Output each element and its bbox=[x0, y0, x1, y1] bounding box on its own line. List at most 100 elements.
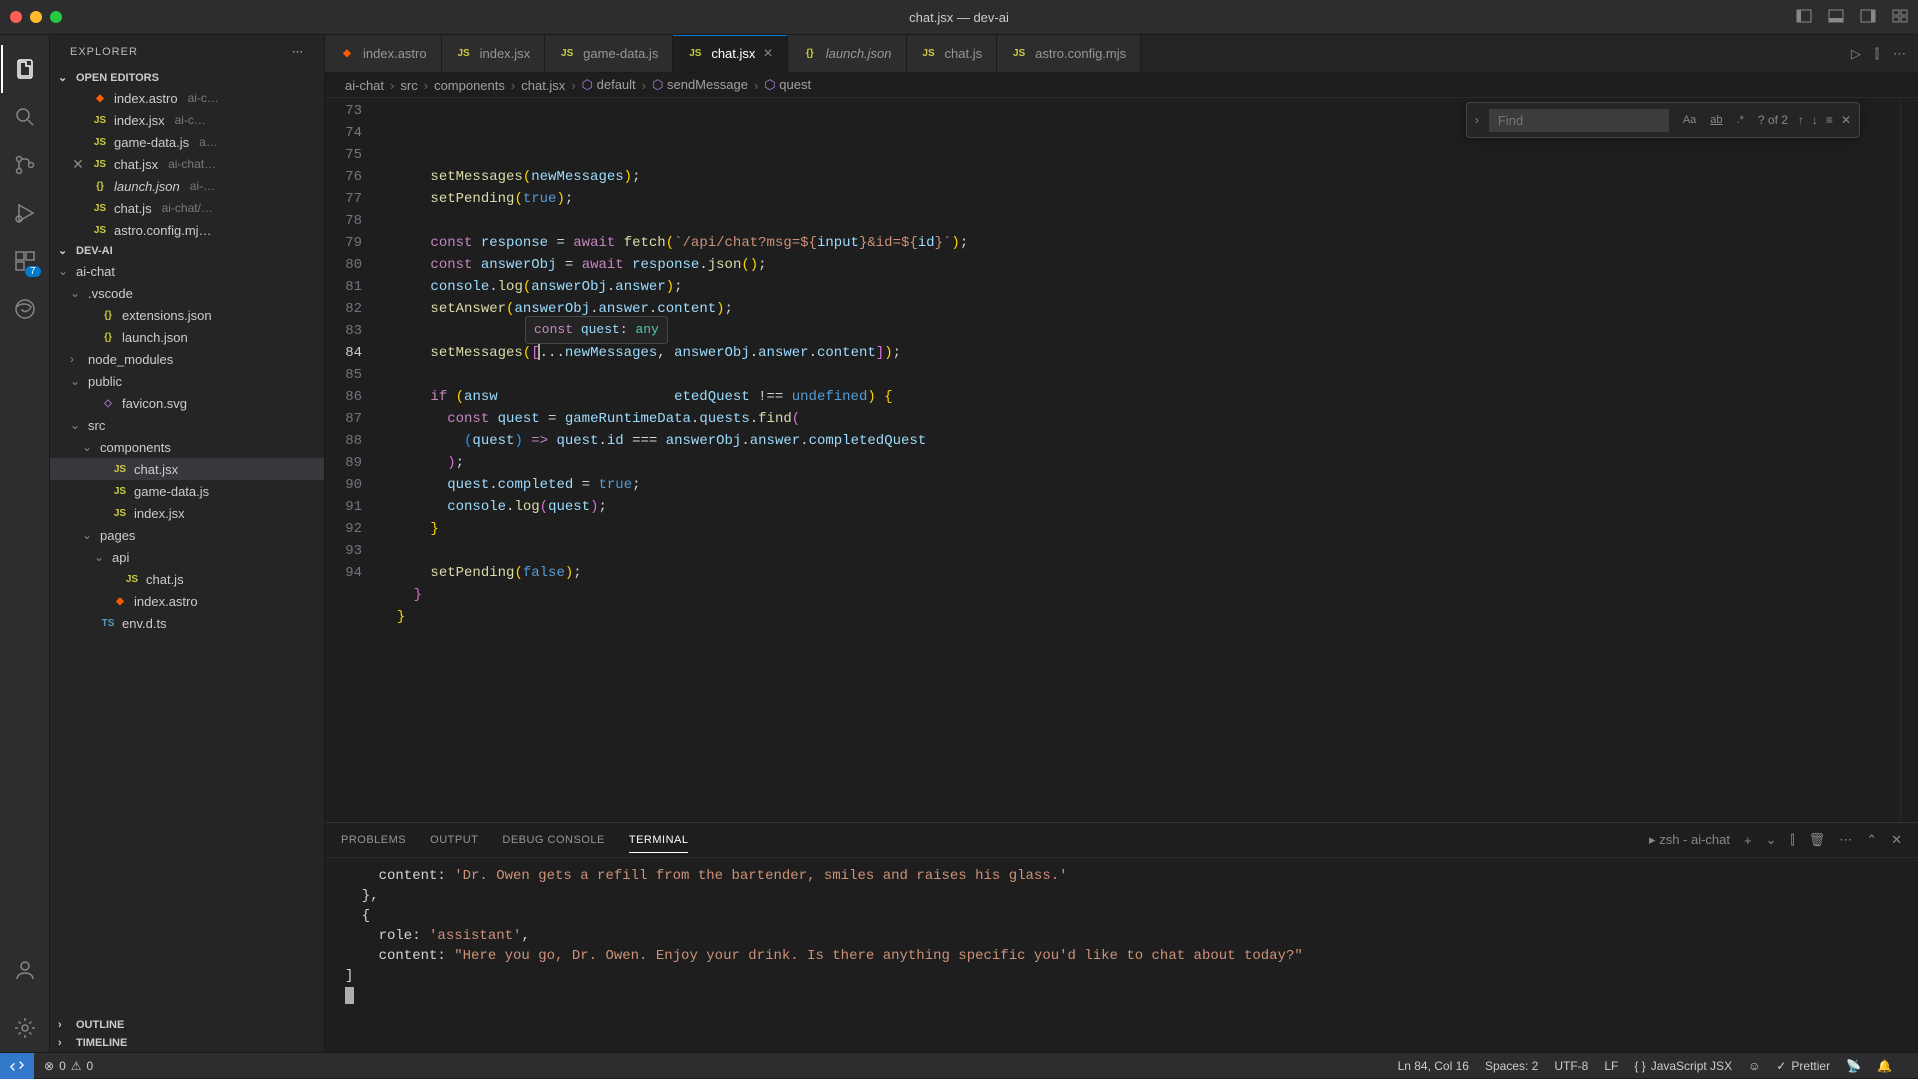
find-input[interactable] bbox=[1489, 109, 1669, 132]
run-debug-activity[interactable] bbox=[1, 189, 49, 237]
close-icon[interactable]: ✕ bbox=[70, 156, 86, 173]
tree-file[interactable]: ◇favicon.svg bbox=[50, 392, 324, 414]
panel-tab[interactable]: PROBLEMS bbox=[341, 834, 406, 846]
tree-file[interactable]: JSindex.jsx bbox=[50, 502, 324, 524]
tree-file[interactable]: JSchat.js bbox=[50, 568, 324, 590]
find-filter-icon[interactable]: ≡ bbox=[1826, 109, 1833, 131]
editor-tab[interactable]: JS index.jsx bbox=[442, 35, 546, 72]
tree-file[interactable]: {}extensions.json bbox=[50, 304, 324, 326]
editor-tab[interactable]: JS chat.jsx × bbox=[673, 35, 787, 72]
feedback-icon[interactable]: ☺ bbox=[1748, 1059, 1760, 1073]
expand-find-icon[interactable]: › bbox=[1475, 109, 1479, 131]
breadcrumb-item[interactable]: ai-chat bbox=[345, 78, 384, 93]
find-close-icon[interactable]: ✕ bbox=[1841, 109, 1851, 131]
close-panel-icon[interactable]: ✕ bbox=[1891, 832, 1902, 848]
toggle-panel-icon[interactable] bbox=[1828, 8, 1844, 27]
encoding-status[interactable]: UTF-8 bbox=[1554, 1059, 1588, 1073]
tree-file[interactable]: {}launch.json bbox=[50, 326, 324, 348]
more-terminal-icon[interactable]: ⋯ bbox=[1839, 832, 1852, 848]
tree-file[interactable]: TSenv.d.ts bbox=[50, 612, 324, 634]
open-editor-item[interactable]: ◆ index.astro ai-c… bbox=[50, 87, 324, 109]
split-terminal-icon[interactable]: ⫿ bbox=[1791, 832, 1795, 848]
panel-tab[interactable]: DEBUG CONSOLE bbox=[502, 834, 604, 846]
settings-activity[interactable] bbox=[1, 1004, 49, 1052]
find-prev-icon[interactable]: ↑ bbox=[1798, 109, 1804, 131]
regex-icon[interactable]: .* bbox=[1733, 107, 1748, 133]
remote-indicator[interactable] bbox=[0, 1053, 34, 1079]
notifications-icon[interactable]: 🔔 bbox=[1877, 1059, 1892, 1073]
new-terminal-icon[interactable]: + bbox=[1744, 833, 1752, 848]
panel-tab[interactable]: TERMINAL bbox=[629, 834, 689, 853]
minimize-window-button[interactable] bbox=[30, 11, 42, 23]
prettier-status[interactable]: ✓Prettier bbox=[1776, 1059, 1830, 1073]
breadcrumb-item[interactable]: ⬡ quest bbox=[764, 77, 811, 93]
cursor-position[interactable]: Ln 84, Col 16 bbox=[1398, 1059, 1469, 1073]
tree-folder[interactable]: ⌄public bbox=[50, 370, 324, 392]
timeline-header[interactable]: › TIMELINE bbox=[50, 1034, 324, 1052]
customize-layout-icon[interactable] bbox=[1892, 8, 1908, 27]
open-editors-header[interactable]: ⌄ OPEN EDITORS bbox=[50, 68, 324, 87]
editor-tab[interactable]: JS game-data.js bbox=[545, 35, 673, 72]
close-tab-icon[interactable]: × bbox=[763, 45, 772, 63]
open-editor-item[interactable]: {} launch.json ai-… bbox=[50, 175, 324, 197]
search-activity[interactable] bbox=[1, 93, 49, 141]
language-status[interactable]: { }JavaScript JSX bbox=[1634, 1059, 1732, 1073]
match-word-icon[interactable]: ab bbox=[1706, 107, 1726, 133]
more-tabs-icon[interactable]: ⋯ bbox=[1893, 46, 1906, 62]
kill-terminal-icon[interactable]: 🗑 bbox=[1809, 832, 1826, 848]
editor-tab[interactable]: {} launch.json bbox=[788, 35, 907, 72]
tree-file[interactable]: JSgame-data.js bbox=[50, 480, 324, 502]
errors-status[interactable]: ⊗0 ⚠0 bbox=[44, 1059, 93, 1073]
tree-folder[interactable]: ⌄src bbox=[50, 414, 324, 436]
outline-header[interactable]: › OUTLINE bbox=[50, 1016, 324, 1034]
breadcrumb[interactable]: ai-chat›src›components›chat.jsx›⬡ defaul… bbox=[325, 73, 1918, 98]
code-editor[interactable]: 7374757677787980818283848586878889909192… bbox=[325, 98, 1918, 822]
tree-file[interactable]: ◆index.astro bbox=[50, 590, 324, 612]
editor-tab[interactable]: JS chat.js bbox=[907, 35, 998, 72]
breadcrumb-item[interactable]: ⬡ sendMessage bbox=[652, 77, 748, 93]
edge-activity[interactable] bbox=[1, 285, 49, 333]
terminal-content[interactable]: content: 'Dr. Owen gets a refill from th… bbox=[325, 858, 1918, 1052]
indent-status[interactable]: Spaces: 2 bbox=[1485, 1059, 1538, 1073]
open-editor-item[interactable]: JS chat.js ai-chat/… bbox=[50, 197, 324, 219]
eol-status[interactable]: LF bbox=[1604, 1059, 1618, 1073]
terminal-shell-label[interactable]: ▸ zsh - ai-chat bbox=[1649, 832, 1730, 848]
maximize-window-button[interactable] bbox=[50, 11, 62, 23]
open-editor-item[interactable]: JS astro.config.mj… bbox=[50, 219, 324, 241]
more-icon[interactable]: ⋯ bbox=[292, 45, 304, 58]
open-editor-item[interactable]: JS game-data.js a… bbox=[50, 131, 324, 153]
tree-folder[interactable]: ⌄components bbox=[50, 436, 324, 458]
terminal-dropdown-icon[interactable]: ⌄ bbox=[1766, 832, 1777, 848]
open-editor-item[interactable]: ✕ JS chat.jsx ai-chat… bbox=[50, 153, 324, 175]
editor-tab[interactable]: JS astro.config.mjs bbox=[997, 35, 1141, 72]
panel-tab[interactable]: OUTPUT bbox=[430, 834, 478, 846]
close-window-button[interactable] bbox=[10, 11, 22, 23]
run-icon[interactable]: ▷ bbox=[1851, 46, 1861, 62]
tree-folder[interactable]: ›node_modules bbox=[50, 348, 324, 370]
source-control-activity[interactable] bbox=[1, 141, 49, 189]
accounts-activity[interactable] bbox=[1, 946, 49, 994]
toggle-secondary-icon[interactable] bbox=[1860, 8, 1876, 27]
tree-folder[interactable]: ⌄pages bbox=[50, 524, 324, 546]
minimap[interactable] bbox=[1900, 98, 1918, 822]
breadcrumb-item[interactable]: src bbox=[400, 78, 417, 93]
breadcrumb-item[interactable]: ⬡ default bbox=[582, 77, 636, 93]
maximize-panel-icon[interactable]: ⌃ bbox=[1866, 832, 1877, 848]
breadcrumb-item[interactable]: chat.jsx bbox=[521, 78, 565, 93]
tree-folder[interactable]: ⌄api bbox=[50, 546, 324, 568]
tree-folder[interactable]: ⌄ai-chat bbox=[50, 260, 324, 282]
match-case-icon[interactable]: Aa bbox=[1679, 107, 1700, 133]
open-editor-item[interactable]: JS index.jsx ai-c… bbox=[50, 109, 324, 131]
tree-folder[interactable]: ⌄.vscode bbox=[50, 282, 324, 304]
project-header[interactable]: ⌄ DEV-AI bbox=[50, 241, 324, 260]
toggle-sidebar-icon[interactable] bbox=[1796, 8, 1812, 27]
editor-tab[interactable]: ◆ index.astro bbox=[325, 35, 442, 72]
code-content[interactable]: › Aa ab .* ? of 2 ↑ ↓ ≡ ✕ setM bbox=[380, 98, 1900, 822]
live-server-icon[interactable]: 📡 bbox=[1846, 1059, 1861, 1073]
extensions-activity[interactable]: 7 bbox=[1, 237, 49, 285]
breadcrumb-item[interactable]: components bbox=[434, 78, 505, 93]
split-editor-icon[interactable]: ⫿ bbox=[1875, 46, 1879, 62]
explorer-activity[interactable] bbox=[1, 45, 49, 93]
find-next-icon[interactable]: ↓ bbox=[1812, 109, 1818, 131]
tree-file[interactable]: JSchat.jsx bbox=[50, 458, 324, 480]
